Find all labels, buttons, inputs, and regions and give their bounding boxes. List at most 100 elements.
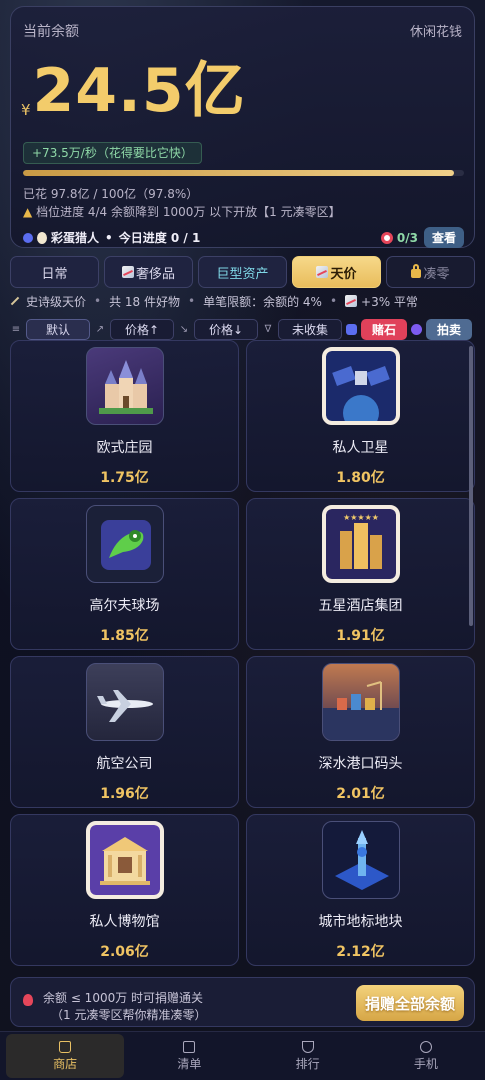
tab-label: 日常: [41, 266, 68, 282]
nav-shop[interactable]: 商店: [6, 1034, 125, 1078]
hotel-icon: ★★★★★: [321, 505, 400, 583]
item-card[interactable]: 航空公司 1.96亿: [10, 656, 239, 808]
sort-price-asc-button[interactable]: 价格↑: [110, 318, 174, 340]
target-icon: [380, 231, 393, 244]
item-card[interactable]: 私人卫星 1.80亿: [246, 340, 475, 492]
balance-value: 24.5亿: [32, 56, 246, 126]
trend-icon: [345, 295, 358, 307]
item-price: 2.06亿: [100, 944, 149, 960]
museum-icon: [85, 821, 164, 899]
item-name: 欧式庄园: [96, 440, 153, 456]
item-name: 私人卫星: [332, 440, 389, 456]
separator: •: [188, 294, 196, 308]
separator: •: [94, 294, 102, 308]
egg-icon: [37, 231, 47, 244]
satellite-icon: [321, 347, 400, 425]
bottom-nav: 商店 清单 排行 手机: [0, 1031, 485, 1080]
title-badge: 彩蛋猎人: [51, 231, 100, 245]
item-name: 私人博物馆: [89, 914, 160, 930]
item-price: 1.75亿: [100, 470, 149, 486]
auction-icon: [411, 323, 422, 335]
separator-dot: •: [105, 230, 113, 245]
balance-amount: ¥ 24.5亿: [21, 57, 246, 125]
tab-label: 奢侈品: [135, 266, 175, 282]
sort-filter-row: ≡ 默认 ↗ 价格↑ ↘ 价格↓ ∇ 未收集 赌石 拍卖: [10, 318, 475, 340]
item-name: 航空公司: [96, 756, 153, 772]
port-icon: [321, 663, 400, 741]
airplane-icon: [85, 663, 164, 741]
per-purchase-limit: 单笔限额：余额的 4%: [203, 294, 322, 309]
nav-ranking[interactable]: 排行: [249, 1032, 367, 1080]
sort-down-icon: ↘: [179, 323, 189, 335]
nav-label: 商店: [53, 1056, 78, 1071]
daily-progress: 今日进度 0 / 1: [118, 231, 201, 245]
tab-giant-assets[interactable]: 巨型资产: [198, 256, 287, 288]
spent-text: 已花 97.8亿 / 100亿（97.8%）: [23, 187, 199, 201]
item-card[interactable]: 城市地标地块 2.12亿: [246, 814, 475, 966]
auction-button[interactable]: 拍卖: [426, 318, 472, 340]
grid-scrollbar[interactable]: [469, 346, 473, 626]
bag-icon: [59, 1040, 72, 1053]
donate-condition: 余额 ≤ 1000万 时可捐赠通关: [43, 991, 204, 1005]
currency-symbol: ¥: [21, 101, 31, 119]
separator: •: [329, 294, 338, 308]
chart-icon: [316, 266, 329, 278]
view-button[interactable]: 查看: [423, 227, 464, 248]
golf-icon: [85, 505, 164, 583]
gear-icon: [419, 1040, 432, 1053]
item-name: 城市地标地块: [318, 914, 403, 930]
sort-icon: ≡: [11, 323, 21, 335]
filter-icon: ∇: [264, 323, 272, 335]
sort-default-button[interactable]: 默认: [26, 318, 90, 340]
income-rate: +73.5万/秒（花得要比它快）: [23, 142, 202, 164]
tab-daily[interactable]: 日常: [10, 256, 99, 288]
nav-phone[interactable]: 手机: [367, 1032, 485, 1080]
balance-label: 当前余额: [23, 24, 79, 40]
trophy-icon: [301, 1040, 314, 1053]
donate-panel: 余额 ≤ 1000万 时可捐赠通关 （1 元凑零区帮你精准凑零） 捐赠全部余额: [10, 977, 475, 1027]
castle-icon: [85, 347, 164, 425]
item-card[interactable]: 私人博物馆 2.06亿: [10, 814, 239, 966]
item-card[interactable]: ★★★★★ 五星酒店集团 1.91亿: [246, 498, 475, 650]
donate-all-button[interactable]: 捐赠全部余额: [356, 985, 464, 1021]
sort-price-desc-button[interactable]: 价格↓: [194, 318, 258, 340]
donate-hint: （1 元凑零区帮你精准凑零）: [51, 1008, 207, 1022]
gem-icon: [346, 323, 357, 335]
filter-uncollected-button[interactable]: 未收集: [278, 318, 342, 340]
item-price: 1.96亿: [100, 786, 149, 802]
tier-text: 档位进度 4/4 余额降到 1000万 以下开放【1 元凑零区】: [36, 205, 341, 219]
tab-label: 天价: [330, 266, 357, 282]
nav-list[interactable]: 清单: [130, 1032, 248, 1080]
tab-round-off[interactable]: 凑零: [386, 256, 475, 288]
target-counter: 0/3: [380, 231, 418, 245]
item-name: 高尔夫球场: [89, 598, 160, 614]
item-price: 1.85亿: [100, 628, 149, 644]
mode-label[interactable]: 休闲花钱: [410, 21, 462, 40]
tab-label: 凑零: [423, 266, 450, 282]
tier-progress: ▲ 档位进度 4/4 余额降到 1000万 以下开放【1 元凑零区】: [23, 203, 341, 220]
item-price: 1.80亿: [336, 470, 385, 486]
list-icon: [183, 1040, 196, 1053]
lock-icon: [411, 264, 422, 278]
tab-luxury[interactable]: 奢侈品: [104, 256, 193, 288]
item-grid: 欧式庄园 1.75亿 私人卫星 1.80亿 高尔夫球场 1.85亿 ★★★★★ …: [10, 340, 475, 972]
warning-icon: ▲: [23, 205, 33, 219]
item-name: 五星酒店集团: [318, 598, 403, 614]
pencil-icon: [10, 296, 20, 306]
item-price: 2.12亿: [336, 944, 385, 960]
achievement-row: 彩蛋猎人 • 今日进度 0 / 1 0/3 查看: [23, 227, 464, 248]
item-card[interactable]: 深水港口码头 2.01亿: [246, 656, 475, 808]
item-price: 1.91亿: [336, 628, 385, 644]
tower-icon: [321, 821, 400, 899]
item-card[interactable]: 欧式庄园 1.75亿: [10, 340, 239, 492]
tier-name: 史诗级天价: [26, 294, 87, 309]
category-tabs: 日常 奢侈品 巨型资产 天价 凑零: [10, 256, 475, 288]
item-price: 2.01亿: [336, 786, 385, 802]
item-card[interactable]: 高尔夫球场 1.85亿: [10, 498, 239, 650]
gamble-stone-button[interactable]: 赌石: [361, 318, 407, 340]
badge-icon: [23, 232, 33, 243]
tab-sky-high[interactable]: 天价: [292, 256, 381, 288]
spend-progress-bar: [23, 170, 464, 176]
nav-label: 排行: [295, 1056, 320, 1071]
svg-text:★★★★★: ★★★★★: [343, 513, 379, 522]
